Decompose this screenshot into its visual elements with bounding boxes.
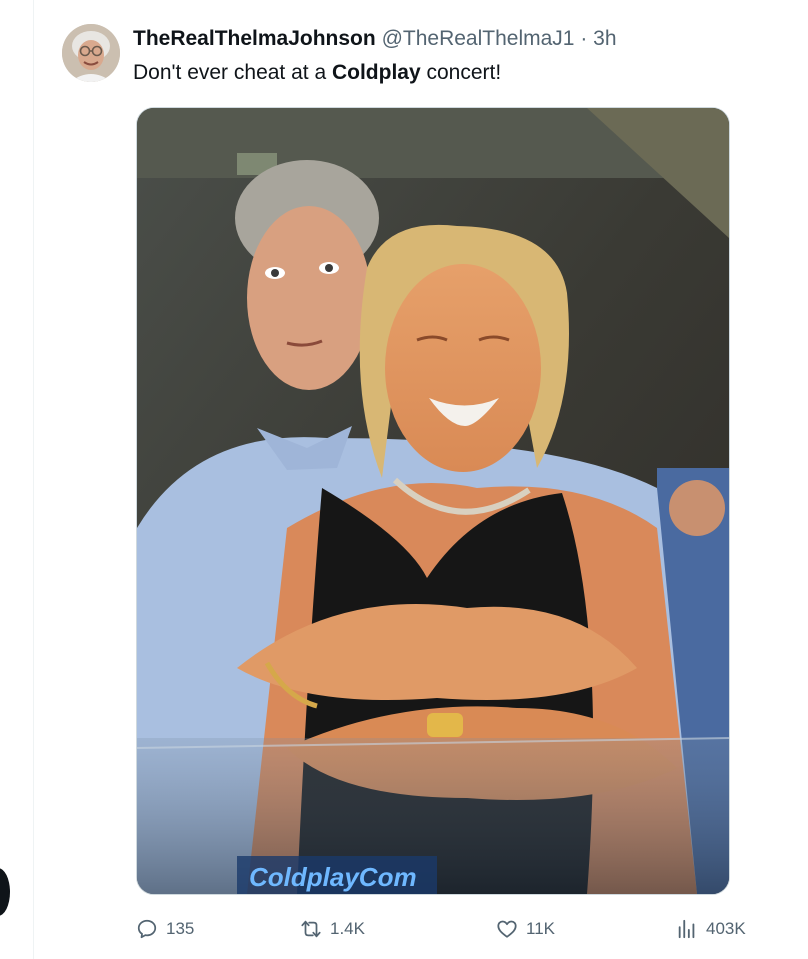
views-button[interactable]: 403K <box>676 912 746 946</box>
like-count: 11K <box>526 919 555 938</box>
edge-overlay <box>0 868 10 916</box>
timeline-divider <box>33 0 34 959</box>
retweet-button[interactable]: 1.4K <box>300 912 365 946</box>
reply-button[interactable]: 135 <box>136 912 194 946</box>
reply-count: 135 <box>166 919 195 938</box>
tweet-header: TheRealThelmaJohnson @TheRealThelmaJ1 · … <box>133 26 617 52</box>
avatar[interactable] <box>62 24 120 82</box>
tweet-text-bold: Coldplay <box>331 61 421 84</box>
views-count: 403K <box>706 919 746 938</box>
tweet-text-part: Don't ever cheat at a <box>133 61 332 84</box>
tweet-media-photo[interactable]: ColdplayCom <box>136 107 730 895</box>
separator: · <box>580 27 588 50</box>
tweet-text-part: concert! <box>420 61 502 84</box>
timestamp[interactable]: 3h <box>593 27 616 50</box>
tweet-actions: 135 1.4K 11K 403K <box>0 912 808 946</box>
photo-illustration: ColdplayCom <box>137 108 729 894</box>
retweet-count: 1.4K <box>330 919 365 938</box>
like-button[interactable]: 11K <box>496 912 555 946</box>
views-icon <box>678 919 695 939</box>
user-handle[interactable]: @TheRealThelmaJ1 <box>382 27 575 50</box>
display-name[interactable]: TheRealThelmaJohnson <box>133 27 376 50</box>
retweet-icon <box>301 920 321 938</box>
reply-icon <box>137 919 157 939</box>
tweet-text: Don't ever cheat at a Coldplay concert! <box>133 59 501 87</box>
like-icon <box>497 920 517 938</box>
banner-text: ColdplayCom <box>249 862 417 892</box>
